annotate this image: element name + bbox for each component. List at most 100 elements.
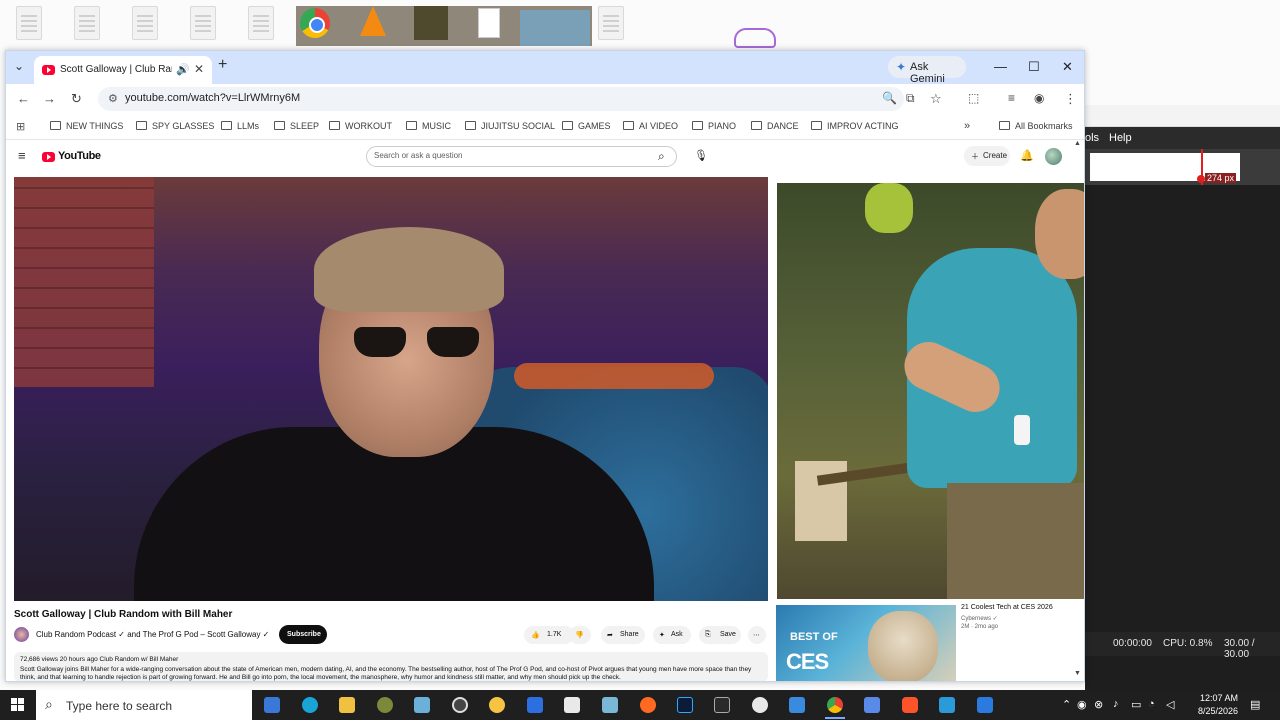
- minimize-icon[interactable]: —: [994, 59, 1007, 74]
- save-button[interactable]: ⎘ Save: [699, 626, 741, 644]
- bookmark-star-icon[interactable]: ☆: [930, 91, 942, 107]
- bag-shortcut-icon[interactable]: [734, 28, 776, 48]
- menu-help[interactable]: Help: [1109, 132, 1132, 144]
- desktop-file-icon[interactable]: [598, 6, 624, 40]
- clock-date[interactable]: 8/25/2026: [1186, 706, 1238, 716]
- extensions-icon[interactable]: ⬚: [968, 91, 979, 105]
- vlc-shortcut-icon[interactable]: [360, 6, 386, 36]
- app-icon[interactable]: [977, 697, 993, 713]
- chrome-menu-icon[interactable]: ⋮: [1064, 91, 1077, 107]
- chrome-taskbar-icon[interactable]: [827, 697, 843, 713]
- ask-gemini-button[interactable]: ✦ Ask Gemini: [888, 56, 966, 85]
- ruler-marker-dot[interactable]: [1197, 175, 1205, 183]
- scroll-down-arrow-icon[interactable]: ▼: [1074, 670, 1081, 677]
- share-button[interactable]: ➦ Share: [601, 626, 645, 644]
- bookmark-folder[interactable]: SLEEP: [274, 121, 319, 131]
- desktop-file-icon[interactable]: [132, 6, 158, 40]
- chrome-shortcut-icon[interactable]: [300, 8, 330, 38]
- notifications-icon[interactable]: ▤: [1250, 698, 1260, 711]
- site-info-icon[interactable]: ⚙: [108, 92, 118, 105]
- app-icon[interactable]: [377, 697, 393, 713]
- bookmark-folder[interactable]: IMPROV ACTING: [811, 121, 899, 131]
- desktop-file-icon[interactable]: [248, 6, 274, 40]
- channel-avatar[interactable]: [14, 627, 29, 642]
- brave-icon[interactable]: [902, 697, 918, 713]
- image-file-icon[interactable]: [520, 10, 590, 46]
- app-icon[interactable]: [414, 697, 430, 713]
- search-icon[interactable]: ⌕: [658, 149, 665, 164]
- clock-time[interactable]: 12:07 AM: [1186, 693, 1238, 703]
- back-icon[interactable]: ←: [17, 91, 30, 106]
- bookmark-folder[interactable]: MUSIC: [406, 121, 451, 131]
- taskbar-search-box[interactable]: ⌕ Type here to search: [36, 690, 252, 720]
- edge-icon[interactable]: [302, 697, 318, 713]
- windows-start-icon[interactable]: [11, 698, 25, 712]
- url-text[interactable]: youtube.com/watch?v=LlrWMrny6M: [125, 92, 300, 104]
- youtube-logo-icon[interactable]: [42, 152, 55, 162]
- app-icon[interactable]: [789, 697, 805, 713]
- tab-youtube[interactable]: Scott Galloway | Club Rando 🔊 ✕: [34, 56, 212, 84]
- maximize-icon[interactable]: ☐: [1028, 59, 1040, 75]
- davinci-resolve-icon[interactable]: [714, 697, 730, 713]
- wifi-icon[interactable]: ◔: [1148, 698, 1155, 710]
- ask-button[interactable]: ✦ Ask: [653, 626, 691, 644]
- volume-icon[interactable]: ◁: [1166, 698, 1174, 711]
- image-file-icon[interactable]: [414, 6, 448, 40]
- youtube-search-input[interactable]: Search or ask a question ⌕: [366, 146, 677, 167]
- audio-playing-icon[interactable]: 🔊: [176, 63, 190, 76]
- file-explorer-icon[interactable]: [339, 697, 355, 713]
- bookmark-folder[interactable]: GAMES: [562, 121, 611, 131]
- bookmark-folder[interactable]: DANCE: [751, 121, 799, 131]
- bookmark-folder[interactable]: PIANO: [692, 121, 736, 131]
- close-tab-icon[interactable]: ✕: [194, 62, 204, 76]
- scroll-up-arrow-icon[interactable]: ▲: [1074, 140, 1081, 147]
- subscribe-button[interactable]: Subscribe: [279, 625, 327, 644]
- user-avatar[interactable]: [1045, 148, 1062, 165]
- install-app-icon[interactable]: ⧉: [906, 91, 915, 106]
- notifications-bell-icon[interactable]: 🔔: [1020, 149, 1034, 162]
- like-button[interactable]: 👍 1.7K: [524, 626, 574, 644]
- channel-names[interactable]: Club Random Podcast ✓ and The Prof G Pod…: [36, 630, 269, 639]
- app-icon[interactable]: [602, 697, 618, 713]
- battery-icon[interactable]: ▭: [1131, 698, 1141, 711]
- tab-search-chevron-icon[interactable]: ⌄: [14, 59, 24, 73]
- suggested-video-thumbnail[interactable]: BEST OF CES: [776, 605, 956, 681]
- bookmark-folder[interactable]: WORKOUT: [329, 121, 392, 131]
- obs-icon[interactable]: [452, 697, 468, 713]
- task-view-icon[interactable]: [264, 697, 280, 713]
- video-description[interactable]: 72,686 views 20 hours ago Club Random w/…: [14, 652, 768, 681]
- suggested-video-channel[interactable]: Cybernews ✓: [961, 615, 998, 622]
- tray-chevron-icon[interactable]: ⌃: [1062, 698, 1071, 711]
- photoshop-icon[interactable]: [677, 697, 693, 713]
- hamburger-menu-icon[interactable]: ≡: [18, 148, 26, 163]
- video-player[interactable]: [14, 177, 768, 601]
- zoom-icon[interactable]: 🔍: [882, 91, 897, 105]
- microphone-tray-icon[interactable]: ♪: [1113, 698, 1119, 710]
- bookmark-folder[interactable]: NEW THINGS: [50, 121, 123, 131]
- document-file-icon[interactable]: [478, 8, 500, 38]
- app-icon[interactable]: [939, 697, 955, 713]
- dislike-button[interactable]: 👎: [569, 626, 591, 644]
- apps-grid-icon[interactable]: ⊞: [16, 120, 25, 133]
- profile-icon[interactable]: ◉: [1034, 91, 1044, 105]
- reload-icon[interactable]: ↻: [71, 91, 82, 107]
- new-tab-button[interactable]: +: [218, 56, 227, 74]
- desktop-file-icon[interactable]: [74, 6, 100, 40]
- firefox-icon[interactable]: [640, 697, 656, 713]
- bookmark-folder[interactable]: SPY GLASSES: [136, 121, 214, 131]
- create-button[interactable]: ＋ Create: [964, 146, 1010, 166]
- app-icon[interactable]: [864, 697, 880, 713]
- desktop-file-icon[interactable]: [190, 6, 216, 40]
- close-window-icon[interactable]: ✕: [1062, 59, 1073, 75]
- lightbulb-icon[interactable]: [489, 697, 505, 713]
- bookmark-folder[interactable]: LLMs: [221, 121, 259, 131]
- media-controls-icon[interactable]: ≡: [1008, 91, 1015, 105]
- tray-app-icon[interactable]: ◉: [1077, 698, 1087, 711]
- more-bookmarks-icon[interactable]: »: [964, 120, 970, 132]
- app-icon[interactable]: [752, 697, 768, 713]
- app-icon[interactable]: [564, 697, 580, 713]
- youtube-logo-text[interactable]: YouTube: [58, 150, 101, 162]
- address-bar[interactable]: ⚙ youtube.com/watch?v=LlrWMrny6M 🔍: [98, 87, 904, 111]
- bookmark-folder[interactable]: AI VIDEO: [623, 121, 678, 131]
- more-actions-button[interactable]: ⋯: [748, 626, 766, 644]
